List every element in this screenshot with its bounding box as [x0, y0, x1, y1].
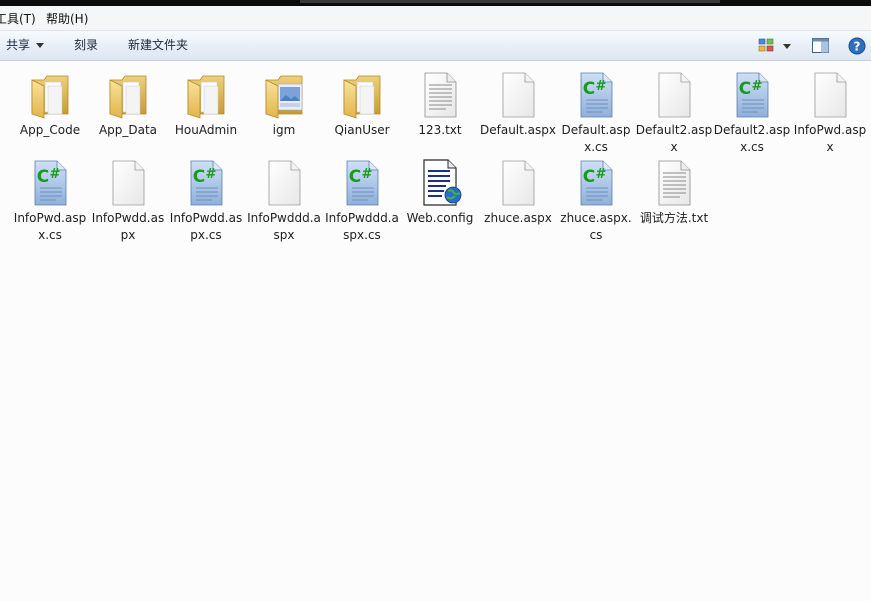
blank-file-icon: [104, 158, 152, 208]
file-name: App_Code: [19, 123, 81, 137]
file-item[interactable]: Default2.aspx: [635, 70, 713, 156]
blank-file-icon: [260, 158, 308, 208]
file-item[interactable]: InfoPwd.aspx.cs: [11, 158, 89, 244]
file-item[interactable]: Default.aspx.cs: [557, 70, 635, 156]
file-item[interactable]: InfoPwdd.aspx.cs: [167, 158, 245, 244]
csharp-file-icon: [338, 158, 386, 208]
menu-help[interactable]: 帮助(H): [46, 11, 88, 27]
file-name: 调试方法.txt: [639, 211, 709, 225]
file-list-view: App_Code App_Data HouAdmin igm QianUser …: [0, 61, 871, 601]
csharp-file-icon: [728, 70, 776, 120]
file-item[interactable]: zhuce.aspx.cs: [557, 158, 635, 244]
file-item[interactable]: zhuce.aspx: [479, 158, 557, 227]
config-file-icon: [416, 158, 464, 208]
csharp-file-icon: [182, 158, 230, 208]
file-name: InfoPwd.aspx: [793, 123, 867, 154]
blank-file-icon: [650, 70, 698, 120]
file-item[interactable]: Default2.aspx.cs: [713, 70, 791, 156]
view-options-chevron-icon[interactable]: [783, 44, 791, 49]
command-bar: 共享 刻录 新建文件夹 ?: [0, 31, 871, 61]
blank-file-icon: [494, 70, 542, 120]
file-item[interactable]: QianUser: [323, 70, 401, 139]
file-name: zhuce.aspx: [484, 211, 552, 225]
blank-file-icon: [494, 158, 542, 208]
file-item[interactable]: Default.aspx: [479, 70, 557, 139]
file-item[interactable]: InfoPwddd.aspx.cs: [323, 158, 401, 244]
share-label: 共享: [6, 38, 31, 52]
csharp-file-icon: [572, 70, 620, 120]
file-item[interactable]: App_Code: [11, 70, 89, 139]
menu-tools[interactable]: 工具(T): [0, 11, 36, 27]
file-name: InfoPwd.aspx.cs: [13, 211, 87, 242]
help-icon[interactable]: ?: [848, 37, 866, 55]
menu-bar: 工具(T) 帮助(H): [0, 6, 871, 31]
change-view-icon[interactable]: [758, 38, 774, 53]
file-name: zhuce.aspx.cs: [560, 211, 632, 242]
new-folder-button[interactable]: 新建文件夹: [128, 37, 188, 54]
file-name: HouAdmin: [174, 123, 238, 137]
preview-pane-icon[interactable]: [812, 38, 829, 53]
file-item[interactable]: 调试方法.txt: [635, 158, 713, 227]
file-name: App_Data: [98, 123, 158, 137]
file-item[interactable]: InfoPwdd.aspx: [89, 158, 167, 244]
folder-icon: [104, 70, 152, 120]
file-item[interactable]: InfoPwd.aspx: [791, 70, 869, 156]
text-file-icon: [416, 70, 464, 120]
burn-button[interactable]: 刻录: [74, 37, 98, 54]
folder-image-icon: [260, 70, 308, 120]
file-item[interactable]: InfoPwddd.aspx: [245, 158, 323, 244]
file-name: Default2.aspx: [635, 123, 713, 154]
file-name: Web.config: [406, 211, 474, 225]
chevron-down-icon: [36, 43, 45, 48]
file-name: Default2.aspx.cs: [713, 123, 791, 154]
csharp-file-icon: [26, 158, 74, 208]
file-item[interactable]: App_Data: [89, 70, 167, 139]
file-item[interactable]: HouAdmin: [167, 70, 245, 139]
file-name: InfoPwdd.aspx: [91, 211, 165, 242]
text-file-icon: [650, 158, 698, 208]
folder-icon: [338, 70, 386, 120]
file-name: Default.aspx.cs: [561, 123, 631, 154]
file-name: InfoPwddd.aspx: [247, 211, 321, 242]
blank-file-icon: [806, 70, 854, 120]
file-name: InfoPwddd.aspx.cs: [325, 211, 399, 242]
file-item[interactable]: 123.txt: [401, 70, 479, 139]
folder-icon: [182, 70, 230, 120]
file-item[interactable]: Web.config: [401, 158, 479, 227]
file-name: Default.aspx: [480, 123, 556, 137]
file-name: QianUser: [334, 123, 390, 137]
file-item[interactable]: igm: [245, 70, 323, 139]
file-name: igm: [272, 123, 296, 137]
folder-icon: [26, 70, 74, 120]
csharp-file-icon: [572, 158, 620, 208]
share-button[interactable]: 共享: [6, 37, 45, 54]
file-name: 123.txt: [418, 123, 462, 137]
file-name: InfoPwdd.aspx.cs: [169, 211, 243, 242]
svg-text:?: ?: [854, 40, 861, 54]
